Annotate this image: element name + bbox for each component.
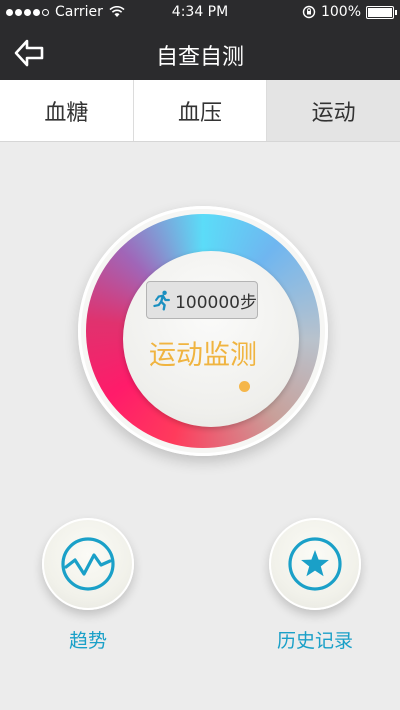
history-label[interactable]: 历史记录: [250, 626, 380, 653]
status-right: 100%: [302, 4, 397, 20]
tab-bar: 血糖 血压 运动: [0, 80, 400, 142]
battery-percent: 100%: [320, 4, 361, 20]
tab-blood-pressure[interactable]: 血压: [133, 80, 268, 141]
step-count-box: 100000步: [146, 281, 258, 319]
rotation-lock-icon: [302, 5, 316, 19]
gradient-ring: [86, 214, 320, 448]
nav-bar: 自查自测: [0, 25, 400, 80]
trend-label[interactable]: 趋势: [38, 626, 138, 653]
tab-blood-sugar[interactable]: 血糖: [0, 80, 134, 141]
exercise-monitor-label: 运动监测: [149, 340, 257, 371]
trend-icon: [61, 537, 115, 591]
runner-icon: [153, 290, 170, 311]
history-button[interactable]: [269, 518, 361, 610]
trend-button[interactable]: [42, 518, 134, 610]
page-title: 自查自测: [155, 45, 244, 70]
ring-indicator-dot: [239, 381, 250, 392]
star-icon: [288, 537, 342, 591]
status-bar: Carrier 4:34 PM 100%: [0, 0, 400, 25]
step-count: 100000步: [175, 292, 257, 313]
tab-exercise[interactable]: 运动: [267, 80, 400, 141]
battery-icon: [366, 5, 397, 19]
monitor-dial[interactable]: [78, 206, 328, 456]
